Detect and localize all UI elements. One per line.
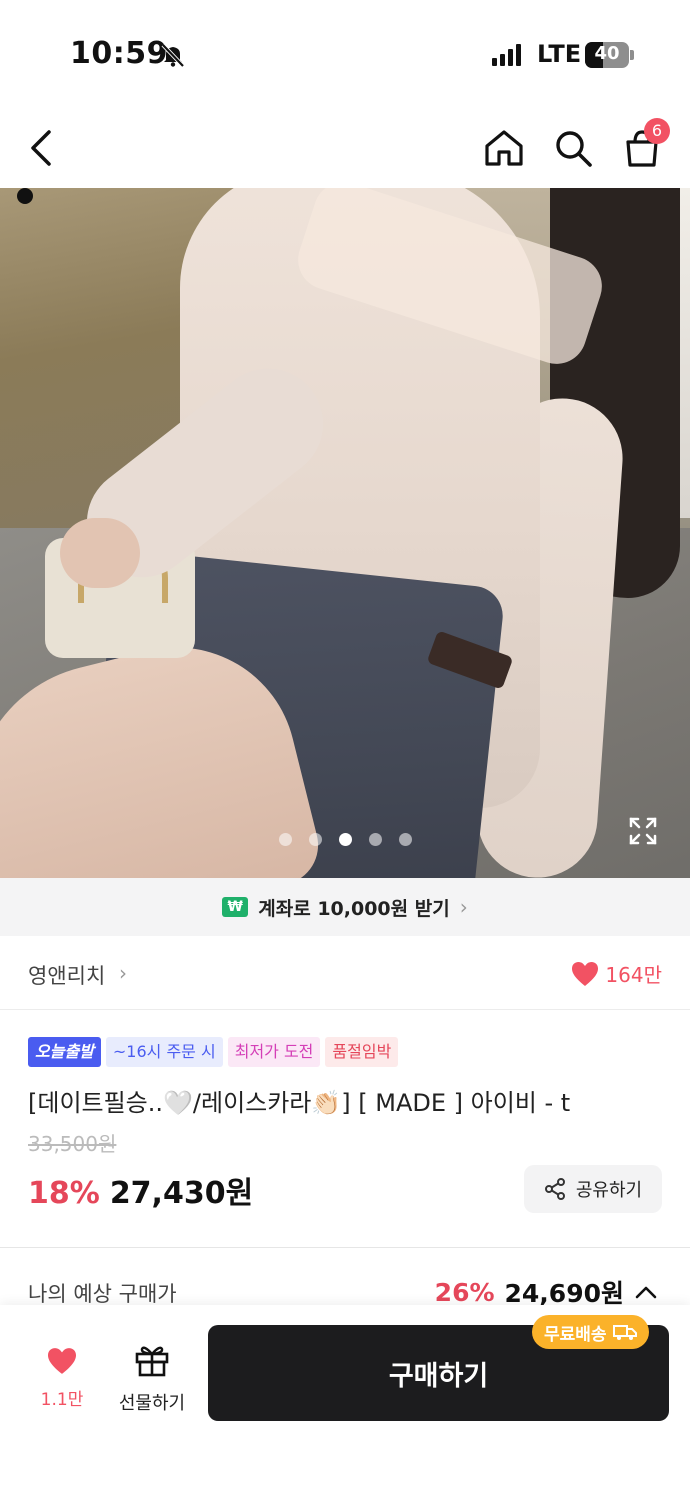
bell-off-icon	[161, 43, 185, 68]
share-icon	[544, 1178, 565, 1200]
divider	[0, 1247, 690, 1248]
price-row: 18% 27,430원	[28, 1168, 253, 1212]
battery-icon: 40	[585, 42, 629, 68]
today-shipping-badge: 오늘출발	[28, 1037, 101, 1067]
chevron-up-icon[interactable]	[634, 1284, 658, 1300]
carousel-dot[interactable]	[338, 833, 352, 846]
expected-price-label: 나의 예상 구매가	[28, 1282, 177, 1306]
battery-cap	[630, 50, 634, 60]
search-button[interactable]	[549, 124, 597, 172]
chevron-left-icon	[31, 130, 51, 166]
network-type: LTE	[537, 40, 582, 68]
gift-button[interactable]: 선물하기	[110, 1343, 194, 1415]
expected-discount: 26%	[434, 1277, 495, 1307]
carousel-dot[interactable]	[278, 833, 292, 846]
carousel-dot[interactable]	[398, 833, 412, 846]
cart-count-badge: 6	[644, 118, 670, 144]
share-button[interactable]: 공유하기	[524, 1165, 662, 1213]
lowest-price-badge: 최저가 도전	[227, 1037, 321, 1067]
free-shipping-badge: 무료배송	[532, 1315, 649, 1349]
order-cutoff-badge: ~16시 주문 시	[105, 1037, 223, 1067]
bottom-action-bar: 1.1만 선물하기 구매하기 무료배송	[0, 1305, 690, 1500]
store-row: 영앤리치 › 164만	[0, 936, 690, 1010]
battery-level: 40	[594, 43, 620, 64]
heart-icon	[48, 1348, 76, 1374]
free-shipping-label: 무료배송	[544, 1324, 607, 1345]
product-image-carousel[interactable]	[0, 188, 690, 878]
store-name-link[interactable]: 영앤리치	[28, 960, 105, 990]
signal-icon	[492, 44, 521, 66]
product-badges: 오늘출발 ~16시 주문 시 최저가 도전 품절임박	[28, 1037, 399, 1067]
account-reward-banner[interactable]: ₩ 계좌로 10,000원 받기 ›	[0, 878, 690, 936]
carousel-dot[interactable]	[368, 833, 382, 846]
won-icon: ₩	[222, 897, 249, 917]
almost-soldout-badge: 품절임박	[325, 1037, 399, 1067]
product-like-button[interactable]: 1.1만	[32, 1347, 92, 1410]
share-label: 공유하기	[575, 1180, 643, 1201]
heart-icon	[572, 961, 599, 986]
top-nav: 6	[0, 110, 690, 188]
gift-label: 선물하기	[118, 1393, 186, 1414]
sale-price: 27,430원	[109, 1176, 254, 1211]
cart-button[interactable]: 6	[618, 118, 670, 172]
status-bar: 10:59 LTE 40	[0, 0, 690, 100]
chevron-right-icon: ›	[459, 895, 468, 919]
store-like-count: 164만	[605, 963, 662, 987]
status-time: 10:59	[70, 36, 168, 71]
product-like-count: 1.1만	[40, 1390, 84, 1410]
home-button[interactable]	[480, 124, 528, 172]
carousel-page-indicator	[0, 833, 690, 846]
chevron-right-icon: ›	[119, 961, 127, 985]
banner-text: 계좌로 10,000원 받기	[258, 897, 450, 920]
search-icon	[556, 131, 592, 167]
home-icon	[485, 130, 523, 166]
back-button[interactable]	[18, 124, 66, 172]
truck-icon	[612, 1325, 637, 1340]
discount-rate: 18%	[28, 1176, 100, 1211]
product-title: [데이트필승..🤍/레이스카라👏🏻] [ MADE ] 아이비 - t	[28, 1089, 571, 1117]
original-price: 33,500원	[28, 1132, 117, 1156]
gift-icon	[135, 1346, 169, 1377]
expand-icon[interactable]	[628, 816, 658, 846]
store-like-button[interactable]: 164만	[571, 959, 662, 988]
carousel-dot[interactable]	[308, 833, 322, 846]
